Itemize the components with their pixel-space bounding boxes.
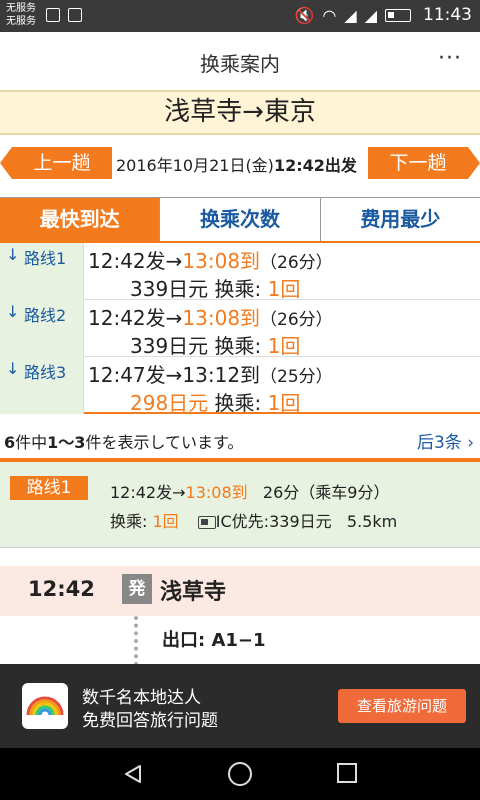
- transfer-label: 换乘:: [214, 334, 262, 358]
- results-range: 1～3: [47, 433, 86, 452]
- next-results-link[interactable]: 后3条 ›: [417, 428, 474, 453]
- route-item-1[interactable]: ↓ 路线1 12:42发→13:08到（26分） 339日元 换乘: 1回: [0, 243, 480, 302]
- wifi-icon: ◠: [322, 5, 337, 25]
- fare: 298日元: [130, 391, 209, 415]
- recent-apps-icon[interactable]: [337, 763, 357, 783]
- detail-transfer-label: 换乘:: [110, 512, 148, 531]
- ic-card-icon: [197, 516, 216, 529]
- arrival: 13:08到: [182, 249, 261, 273]
- more-options-icon[interactable]: ···: [438, 46, 462, 71]
- system-navigation-bar: [0, 748, 480, 800]
- results-total: 6: [4, 433, 16, 452]
- next-train-button[interactable]: 下一趟: [368, 147, 480, 179]
- route-fare-transfers: 339日元 换乘: 1回: [130, 273, 300, 302]
- transfer-label: 换乘:: [214, 391, 262, 415]
- back-icon[interactable]: [122, 763, 144, 789]
- tab-fastest[interactable]: 最快到达: [0, 198, 160, 241]
- tab-cheapest[interactable]: 费用最少: [319, 198, 480, 241]
- route-times: 12:47发→13:12到（25分）: [88, 359, 333, 388]
- route-title: 浅草寺→東京: [0, 90, 480, 135]
- detail-departure: 12:42发→: [110, 483, 186, 502]
- chevron-right-icon: ›: [467, 433, 474, 453]
- departure-date: 2016年10月21日(金): [116, 156, 274, 175]
- detail-distance: 5.5km: [346, 512, 398, 531]
- page-title: 换乘案内: [200, 52, 280, 76]
- route-label: ↓ 路线1: [0, 243, 84, 300]
- detail-transfer-count: 1回: [152, 512, 179, 531]
- departure-datetime: 2016年10月21日(金)12:42出发: [116, 152, 357, 176]
- route-times: 12:42发→13:08到（26分）: [88, 245, 333, 274]
- ic-label: IC优先:: [215, 512, 270, 531]
- results-summary: 6件中1～3件を表示しています。 后3条 ›: [0, 425, 480, 455]
- transfer-count: 1回: [267, 277, 301, 301]
- down-arrow-icon: ↓: [6, 359, 20, 378]
- sort-tabs: 最快到达 换乘次数 费用最少: [0, 197, 480, 243]
- status-bar: 无服务 无服务 🔇 ◠ ◢ ◢ 11:43: [0, 0, 480, 32]
- departure-time: 12:42: [28, 577, 95, 601]
- route-label: ↓ 路线2: [0, 300, 84, 357]
- route-detail-summary: 路线1 12:42发→13:08到 26分（乘车9分） 换乘: 1回 IC优先:…: [0, 462, 480, 548]
- transfer-count: 1回: [267, 391, 301, 415]
- ad-subtext: 免费回答旅行问题: [82, 711, 218, 731]
- down-arrow-icon: ↓: [6, 245, 20, 264]
- mute-icon: 🔇: [294, 5, 315, 25]
- results-text-2: 件を表示しています。: [85, 433, 244, 452]
- route-item-2[interactable]: ↓ 路线2 12:42发→13:08到（26分） 339日元 换乘: 1回: [0, 300, 480, 359]
- departure: 12:47发→: [88, 363, 183, 387]
- route-name: 路线1: [24, 249, 67, 268]
- previous-train-button[interactable]: 上一趟: [0, 147, 112, 179]
- transfer-label: 换乘:: [214, 277, 262, 301]
- route-name: 路线3: [24, 363, 67, 382]
- route-list: ↓ 路线1 12:42发→13:08到（26分） 339日元 换乘: 1回 ↓ …: [0, 243, 480, 416]
- signal-icon-2: ◢: [364, 5, 377, 25]
- detail-times: 12:42发→13:08到 26分（乘车9分）: [110, 479, 389, 503]
- departure-time: 12:42出发: [273, 156, 357, 175]
- detail-fare: 换乘: 1回 IC优先:339日元 5.5km: [110, 508, 397, 532]
- duration: （25分）: [260, 367, 333, 387]
- results-count: 6件中1～3件を表示しています。: [4, 429, 243, 453]
- signal-icon: ◢: [344, 5, 357, 25]
- sim-icon: [46, 8, 60, 22]
- ad-headline: 数千名本地达人: [82, 688, 201, 708]
- arrival: 13:08到: [182, 306, 261, 330]
- departure: 12:42发→: [88, 306, 183, 330]
- route-fare-transfers: 339日元 换乘: 1回: [130, 330, 300, 359]
- duration: （26分）: [260, 253, 333, 273]
- app-header: 换乘案内 ···: [0, 32, 480, 90]
- detail-duration: 26分（乘车9分）: [262, 483, 390, 502]
- departure-badge: 発: [122, 574, 152, 604]
- departure: 12:42发→: [88, 249, 183, 273]
- date-navigation: 上一趟 2016年10月21日(金)12:42出发 下一趟: [0, 145, 480, 181]
- route-name: 路线2: [24, 306, 67, 325]
- carrier-label-1: 无服务: [6, 3, 36, 14]
- battery-icon: [385, 8, 411, 22]
- fare: 339日元: [130, 334, 209, 358]
- detail-arrival: 13:08到: [185, 483, 248, 502]
- image-icon: [68, 8, 82, 22]
- route-times: 12:42发→13:08到（26分）: [88, 302, 333, 331]
- route-badge: 路线1: [10, 476, 88, 500]
- clock: 11:43: [423, 5, 472, 25]
- station-exit: 出口: A1−1: [162, 630, 266, 651]
- route-item-3[interactable]: ↓ 路线3 12:47发→13:12到（25分） 298日元 换乘: 1回: [0, 357, 480, 416]
- results-text-1: 件中: [15, 433, 48, 452]
- rainbow-icon: [22, 683, 68, 729]
- arrival: 13:12到: [182, 363, 261, 387]
- transfer-count: 1回: [267, 334, 301, 358]
- carrier-label-2: 无服务: [6, 16, 36, 27]
- route-label: ↓ 路线3: [0, 357, 84, 414]
- detail-fare-value: 339日元: [269, 512, 332, 531]
- departure-station-row: 12:42 発 浅草寺: [0, 566, 480, 616]
- ad-banner[interactable]: 数千名本地达人 免费回答旅行问题 查看旅游问题: [0, 664, 480, 748]
- ad-cta-button[interactable]: 查看旅游问题: [338, 689, 466, 723]
- departure-station[interactable]: 浅草寺: [160, 574, 226, 606]
- tab-fewest-transfers[interactable]: 换乘次数: [159, 198, 320, 241]
- next-results-label: 后3条: [416, 433, 462, 453]
- down-arrow-icon: ↓: [6, 302, 20, 321]
- route-fare-transfers: 298日元 换乘: 1回: [130, 387, 300, 416]
- timeline-line: [134, 616, 138, 666]
- fare: 339日元: [130, 277, 209, 301]
- home-icon[interactable]: [228, 762, 252, 786]
- duration: （26分）: [260, 310, 333, 330]
